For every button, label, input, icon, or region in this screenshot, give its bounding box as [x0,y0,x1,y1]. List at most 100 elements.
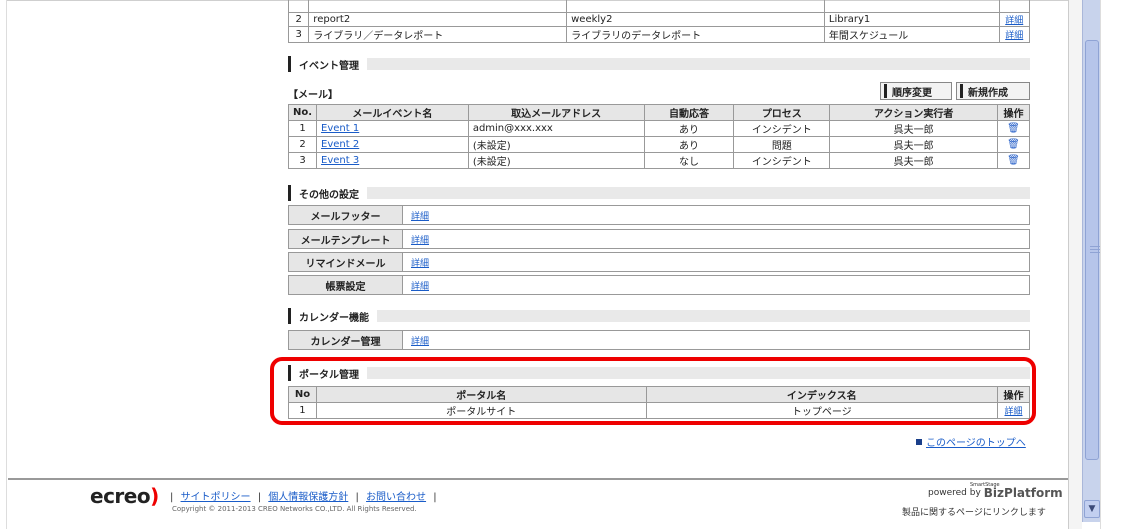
scroll-thumb[interactable] [1085,40,1100,460]
copyright: Copyright © 2011-2013 CREO Networks CO.,… [172,505,417,513]
section-marker [288,56,291,72]
footer-divider [8,478,1068,480]
detail-link[interactable]: 詳細 [411,233,429,246]
row-no: 2 [287,136,318,153]
col-header: プロセス [733,104,831,121]
portal-highlight-box [270,357,1036,425]
table-row: 3 Event 3 (未設定) なし インシデント 呉夫一郎 🗑 [287,152,1031,169]
col-header: メールイベント名 [316,104,469,121]
setting-label: 帳票設定 [289,276,403,294]
table-row: 2 Event 2 (未設定) あり 問題 呉夫一郎 🗑 [287,136,1031,153]
event-name-link[interactable]: Event 3 [321,155,359,166]
table-header-row: No. メールイベント名 取込メールアドレス 自動応答 プロセス アクション実行… [287,104,1031,121]
mail-address: admin@xxx.xxx [467,120,645,137]
setting-label: リマインドメール [289,253,403,271]
contact-link[interactable]: お問い合わせ [366,492,426,503]
col-header: No. [287,104,318,121]
mail-address: (未設定) [467,152,645,169]
row-no: 3 [287,152,318,169]
settings-row: カレンダー管理 詳細 [288,330,1030,350]
auto-reply: あり [643,136,735,153]
settings-row: リマインドメール 詳細 [288,252,1030,272]
scroll-grip [1090,252,1100,253]
outer-right-panel [1100,0,1122,529]
detail-link[interactable]: 詳細 [411,334,429,347]
square-icon [916,438,922,445]
table-row: 1 Event 1 admin@xxx.xxx あり インシデント 呉夫一郎 🗑 [287,120,1031,137]
site-policy-link[interactable]: サイトポリシー [181,492,251,503]
detail-link[interactable]: 詳細 [411,209,429,222]
footer-nav: | サイトポリシー | 個人情報保護方針 | お問い合わせ | [170,488,437,503]
trash-icon[interactable]: 🗑 [1007,155,1020,166]
mail-event-table: No. メールイベント名 取込メールアドレス 自動応答 プロセス アクション実行… [287,104,1031,169]
detail-link[interactable]: 詳細 [1005,31,1023,41]
report-name: report2 [308,12,568,27]
detail-link[interactable]: 詳細 [411,256,429,269]
calendar-header: カレンダー機能 [288,308,1030,324]
powered-by[interactable]: powered by BizPlatform [928,486,1063,500]
auto-reply: なし [643,152,735,169]
separator: | [257,492,262,503]
separator: | [355,492,359,503]
section-title: その他の設定 [299,189,359,201]
trash-icon[interactable]: 🗑 [1007,139,1020,150]
powered-by-label: powered by [928,488,981,498]
event-name-link[interactable]: Event 2 [321,139,359,150]
section-title: カレンダー機能 [299,312,369,324]
settings-row: メールテンプレート 詳細 [288,229,1030,249]
create-label: 新規作成 [968,87,1008,99]
section-marker [288,308,291,324]
auto-reply: あり [643,120,735,137]
col-header: 自動応答 [643,104,735,121]
detail-link[interactable]: 詳細 [1005,16,1023,26]
button-marker [884,84,887,98]
separator: | [170,492,174,503]
other-settings-header: その他の設定 [288,185,1030,201]
table-row: 3 ライブラリ／データレポート ライブラリのデータレポート 年間スケジュール 詳… [287,26,1030,43]
process: インシデント [733,152,831,169]
scroll-down-arrow-icon[interactable]: ▼ [1084,500,1100,518]
report-name: ライブラリ／データレポート [308,26,568,43]
ecreo-logo: ecreo) [90,484,159,508]
section-rule [367,187,1030,199]
product-link-text[interactable]: 製品に関するページにリンクします [902,505,1046,518]
separator: | [433,492,437,503]
action-actor: 呉夫一郎 [829,136,998,153]
setting-label: カレンダー管理 [289,331,403,349]
report-table: 2 report2 weekly2 Library1 詳細 3 ライブラリ／デー… [287,0,1030,43]
reorder-button[interactable]: 順序変更 [880,82,952,100]
report-schedule: weekly2 [566,12,825,27]
event-section-header: イベント管理 [288,56,1030,72]
report-schedule: ライブラリのデータレポート [566,26,825,43]
section-marker [288,185,291,201]
process: インシデント [733,120,831,137]
page-top-link[interactable]: このページのトップへ [916,434,1026,449]
button-marker [960,84,963,98]
action-actor: 呉夫一郎 [829,152,998,169]
detail-link[interactable]: 詳細 [411,279,429,292]
col-header: 取込メールアドレス [467,104,645,121]
settings-row: 帳票設定 詳細 [288,275,1030,295]
vertical-scrollbar[interactable]: ▼ [1082,0,1100,522]
col-header: アクション実行者 [829,104,998,121]
create-button[interactable]: 新規作成 [956,82,1030,100]
scroll-grip [1090,249,1100,250]
process: 問題 [733,136,831,153]
event-name-link[interactable]: Event 1 [321,123,359,134]
bizplatform-logo: BizPlatform [983,486,1063,500]
reorder-label: 順序変更 [892,87,932,99]
col-header: 操作 [996,104,1031,121]
report-library: Library1 [823,12,1000,27]
privacy-policy-link[interactable]: 個人情報保護方針 [268,492,348,503]
logo-text: ecreo [90,484,151,508]
row-no: 2 [287,12,310,27]
scroll-grip [1090,246,1100,247]
table-row: 2 report2 weekly2 Library1 詳細 [287,12,1030,27]
section-rule [377,310,1030,322]
left-frame [0,0,7,529]
mail-label: 【メール】 [288,90,338,101]
page-top-label[interactable]: このページのトップへ [926,434,1026,449]
row-no: 1 [287,120,318,137]
trash-icon[interactable]: 🗑 [1007,123,1020,134]
section-rule [367,58,1030,70]
